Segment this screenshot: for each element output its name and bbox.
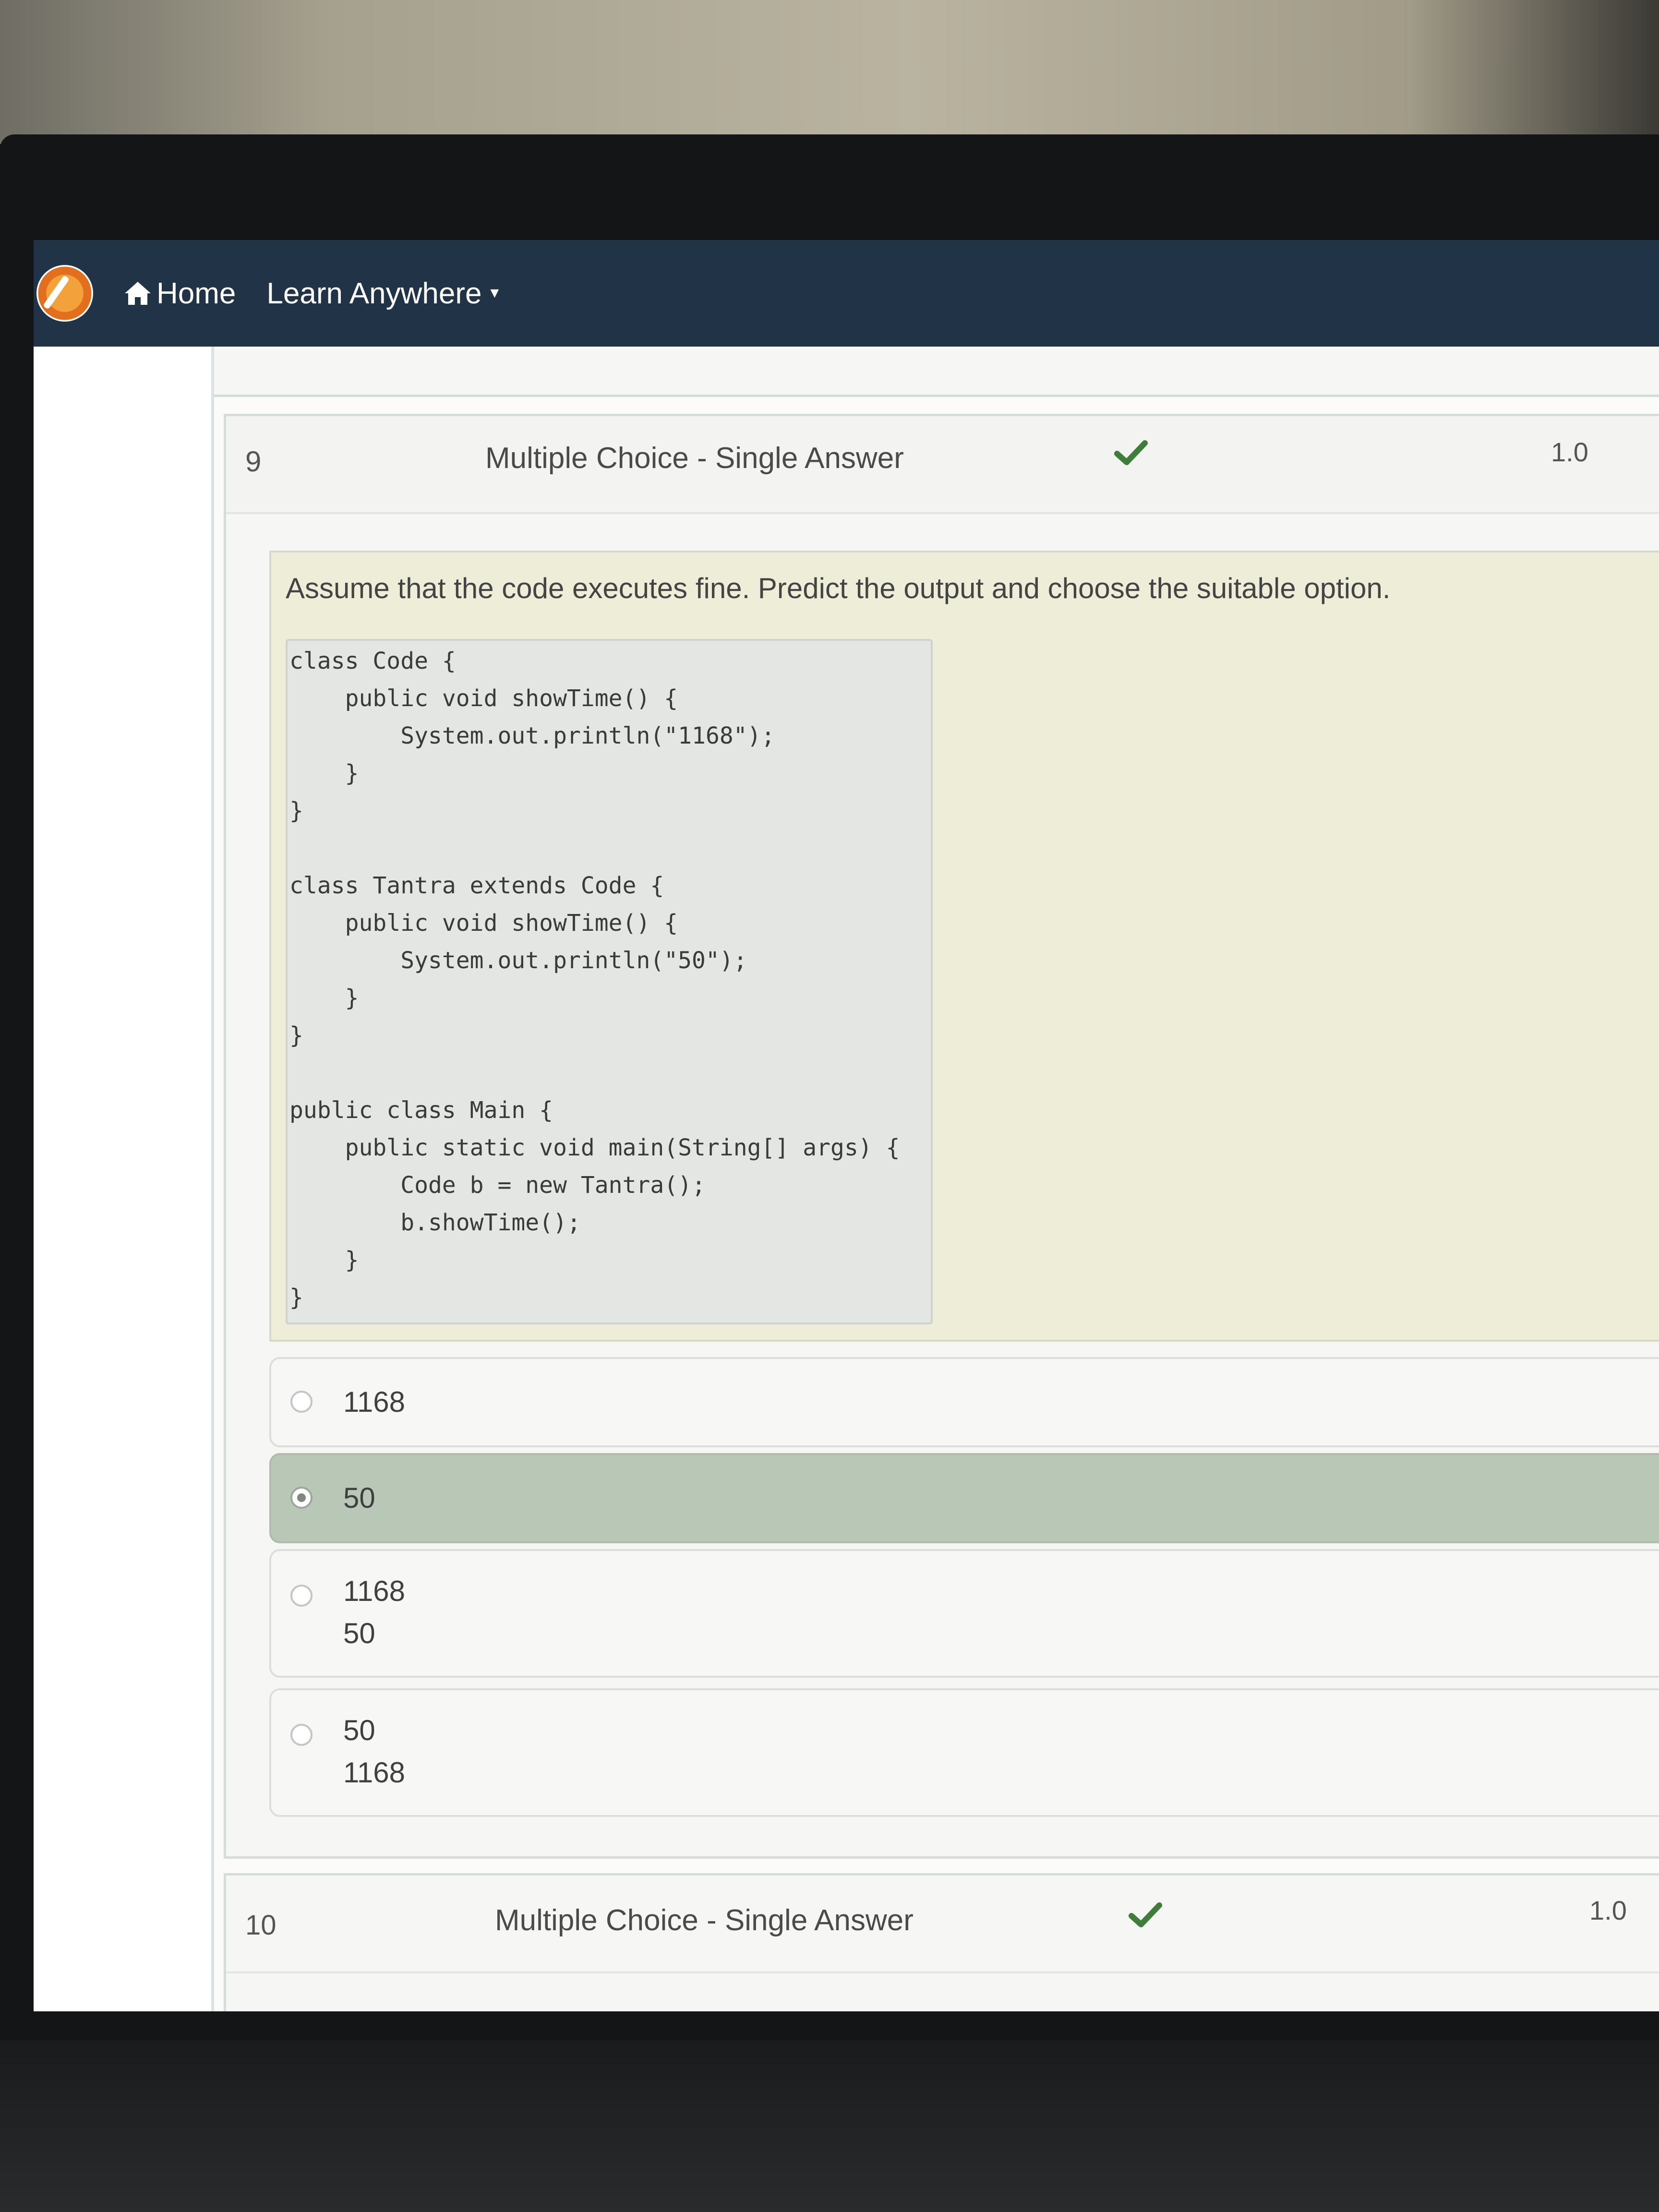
option-line: 1168 [343,1756,406,1789]
option-line: 50 [343,1617,375,1649]
option-text: 50 [343,1477,375,1519]
question-card-9: 9 Multiple Choice - Single Answer 1.0 As… [224,414,1659,1859]
caret-down-icon: ▼ [487,285,502,301]
question-type: Multiple Choice - Single Answer [485,442,904,475]
browser-screen: Home Learn Anywhere ▼ 9 Multiple Choice … [34,240,1659,2011]
code-line: } [289,985,359,1011]
code-line: } [289,1247,359,1274]
radio-button[interactable] [290,1391,313,1413]
question-type: Multiple Choice - Single Answer [495,1904,914,1937]
questions-column: 9 Multiple Choice - Single Answer 1.0 As… [211,347,1659,2011]
background-wall [0,0,1659,144]
code-line: } [289,1022,303,1049]
code-line: public void showTime() { [289,685,678,712]
home-icon [125,282,151,305]
answer-option[interactable]: 1168 50 [269,1549,1659,1678]
checkmark-icon [1129,1902,1162,1927]
question-score: 1.0 [1589,1895,1627,1925]
top-navbar: Home Learn Anywhere ▼ [34,240,1659,347]
nav-home[interactable]: Home [124,276,236,311]
option-line: 1168 [343,1575,406,1607]
code-line: System.out.println("50"); [289,947,747,974]
nav-home-label: Home [156,276,236,310]
option-line: 50 [343,1714,375,1746]
question-body: Assume that the code executes fine. Pred… [269,551,1659,1342]
checkmark-icon [1114,440,1148,465]
answer-option[interactable]: 1168 [269,1357,1659,1447]
lpu-logo-icon[interactable] [36,265,93,322]
nav-learn-anywhere[interactable]: Learn Anywhere ▼ [266,276,502,311]
previous-question-footer [214,347,1659,397]
code-line: } [289,1284,303,1311]
question-header: 10 Multiple Choice - Single Answer 1.0 [226,1875,1659,1973]
code-line: public class Main { [289,1097,553,1124]
question-number: 10 [245,1910,276,1941]
code-line: public void showTime() { [289,910,678,937]
question-number: 9 [245,445,262,478]
page-body: 9 Multiple Choice - Single Answer 1.0 As… [34,347,1659,2011]
answer-option[interactable]: 50 [269,1453,1659,1543]
code-line: } [289,797,303,824]
code-line: } [289,760,359,787]
radio-button[interactable] [290,1724,313,1746]
answer-option[interactable]: 50 1168 [269,1688,1659,1817]
laptop-base [0,2040,1659,2212]
code-line: System.out.println("1168"); [289,722,775,749]
code-line: class Tantra extends Code { [289,872,664,899]
question-score: 1.0 [1551,437,1588,467]
question-header: 9 Multiple Choice - Single Answer 1.0 [226,416,1659,514]
option-line: 1168 [343,1386,406,1418]
option-text: 50 1168 [343,1709,405,1794]
code-line: b.showTime(); [289,1209,581,1236]
code-line: Code b = new Tantra(); [289,1172,706,1199]
option-line: 50 [343,1482,375,1514]
code-line: public static void main(String[] args) { [289,1134,900,1161]
radio-button[interactable] [290,1487,313,1509]
question-card-10: 10 Multiple Choice - Single Answer 1.0 [224,1873,1659,2011]
option-text: 1168 50 [343,1570,405,1655]
question-prompt: Assume that the code executes fine. Pred… [286,572,1391,604]
code-line: class Code { [289,648,456,674]
code-block: class Code { public void showTime() { Sy… [286,639,933,1324]
option-text: 1168 [343,1381,405,1423]
nav-learn-anywhere-label: Learn Anywhere [266,276,482,310]
radio-button[interactable] [290,1585,313,1607]
